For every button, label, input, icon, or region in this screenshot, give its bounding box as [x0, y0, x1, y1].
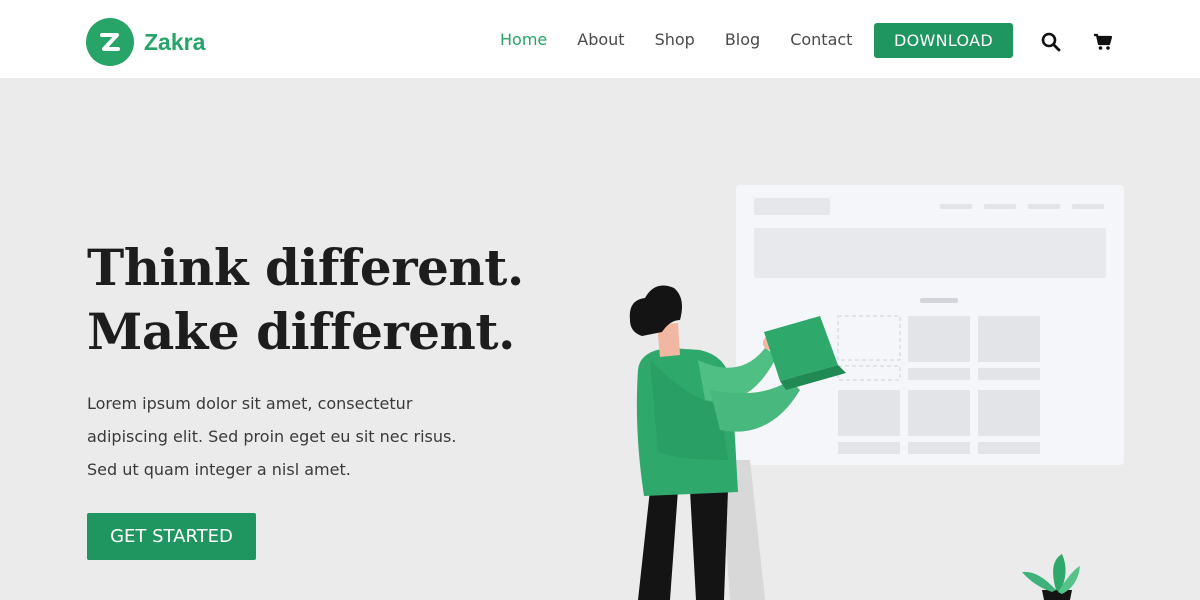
nav-item-home[interactable]: Home [500, 30, 547, 49]
plant-illustration [1022, 554, 1080, 600]
hero-title-line2: Make different. [87, 302, 515, 361]
logo-mark-icon [86, 18, 134, 66]
hero-text-line3: Sed ut quam integer a nisl amet. [87, 460, 351, 479]
hero-description: Lorem ipsum dolor sit amet, consectetur … [87, 387, 507, 486]
site-header: Zakra Home About Shop Blog Contact DOWNL… [0, 0, 1200, 78]
cart-icon[interactable] [1093, 32, 1113, 52]
hero-text-line1: Lorem ipsum dolor sit amet, consectetur [87, 394, 413, 413]
download-button[interactable]: DOWNLOAD [874, 23, 1013, 58]
hero-title-line1: Think different. [87, 238, 524, 297]
brand-name: Zakra [144, 28, 206, 55]
main-nav: Home About Shop Blog Contact [500, 30, 882, 49]
site-logo[interactable]: Zakra [86, 18, 205, 66]
nav-item-blog[interactable]: Blog [725, 30, 760, 49]
hero-title: Think different. Make different. [87, 236, 524, 364]
hero-illustration [629, 185, 1124, 600]
search-icon[interactable] [1041, 32, 1061, 52]
hero-text-line2: adipiscing elit. Sed proin eget eu sit n… [87, 427, 457, 446]
get-started-button[interactable]: GET STARTED [87, 513, 256, 560]
nav-item-shop[interactable]: Shop [655, 30, 695, 49]
nav-item-contact[interactable]: Contact [790, 30, 852, 49]
nav-item-about[interactable]: About [577, 30, 624, 49]
